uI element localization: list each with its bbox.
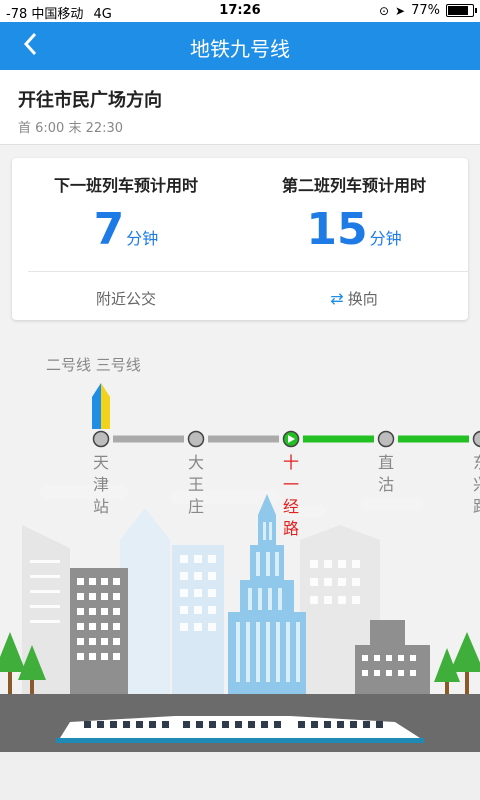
station-label-char: 十 [282,453,299,472]
switch-direction-label: 换向 [347,290,378,308]
station-node[interactable] [472,430,480,448]
line-segment [398,435,469,443]
second-train-label: 第二班列车预计用时 [281,176,426,195]
station-label-char: 大 [187,453,204,472]
station-label[interactable]: 直沽 [376,452,396,496]
next-train: 下一班列车预计用时 7 分钟 [12,172,240,255]
status-icons: ⊙ ➤ 77% [378,3,477,18]
station-label-char: 站 [92,497,109,516]
line-segment [303,435,374,443]
station-node[interactable] [187,430,205,448]
station-label-char: 一 [282,475,299,494]
battery-icon [446,4,477,17]
second-train-unit: 分钟 [369,229,402,248]
station-node[interactable] [92,430,110,448]
station-label-char: 沽 [377,475,394,494]
location-arrow-icon: ➤ [395,3,406,18]
line-map [92,430,480,448]
station-label[interactable]: 十一经路 [281,452,301,540]
station-label-char: 天 [92,453,109,472]
second-train-minutes: 15 [306,204,368,255]
rotation-lock-icon: ⊙ [378,3,390,18]
nav-bar: 地铁九号线 [0,22,480,70]
swap-arrows-icon: ⇄ [330,289,344,308]
footer-area [0,752,480,800]
station-label[interactable]: 大王庄 [186,452,206,518]
station-label-char: 路 [282,519,299,538]
status-bar: -78 中国移动 4G 17:26 ⊙ ➤ 77% [0,0,480,22]
direction-label: 开往市民广场方向 [18,90,162,111]
next-train-label: 下一班列车预计用时 [53,176,198,195]
next-train-unit: 分钟 [126,229,159,248]
line-segment [208,435,279,443]
station-label-char: 兴 [471,474,480,496]
switch-direction-button[interactable]: ⇄ 换向 [240,288,468,309]
transfer-marker-icon [92,383,110,429]
arrival-card: 下一班列车预计用时 7 分钟 第二班列车预计用时 15 分钟 附近公交 ⇄ 换向 [12,158,468,320]
station-node[interactable] [377,430,395,448]
station-label-char: 直 [377,453,394,472]
station-label-char: 津 [92,475,109,494]
station-label-char: 王 [187,475,204,494]
station-label-char: 东 [471,452,480,474]
station-label-char: 路 [471,496,480,518]
gray-building [70,568,128,695]
battery-percent: 77% [411,3,440,18]
card-divider [28,271,468,272]
line-segment [113,435,184,443]
nearby-bus-button[interactable]: 附近公交 [12,288,240,309]
station-label-char: 经 [282,497,299,516]
page-title: 地铁九号线 [190,37,290,61]
station-label[interactable]: 天津站 [91,452,111,518]
station-label-char: 庄 [187,497,204,516]
station-label[interactable]: 东兴路 [471,452,480,518]
transfer-lines: 二号线 三号线 [46,356,141,374]
second-train: 第二班列车预计用时 15 分钟 [240,172,468,255]
next-train-minutes: 7 [93,204,125,255]
service-hours: 首 6:00 末 22:30 [18,121,124,136]
direction-panel: 开往市民广场方向 首 6:00 末 22:30 [0,70,480,145]
